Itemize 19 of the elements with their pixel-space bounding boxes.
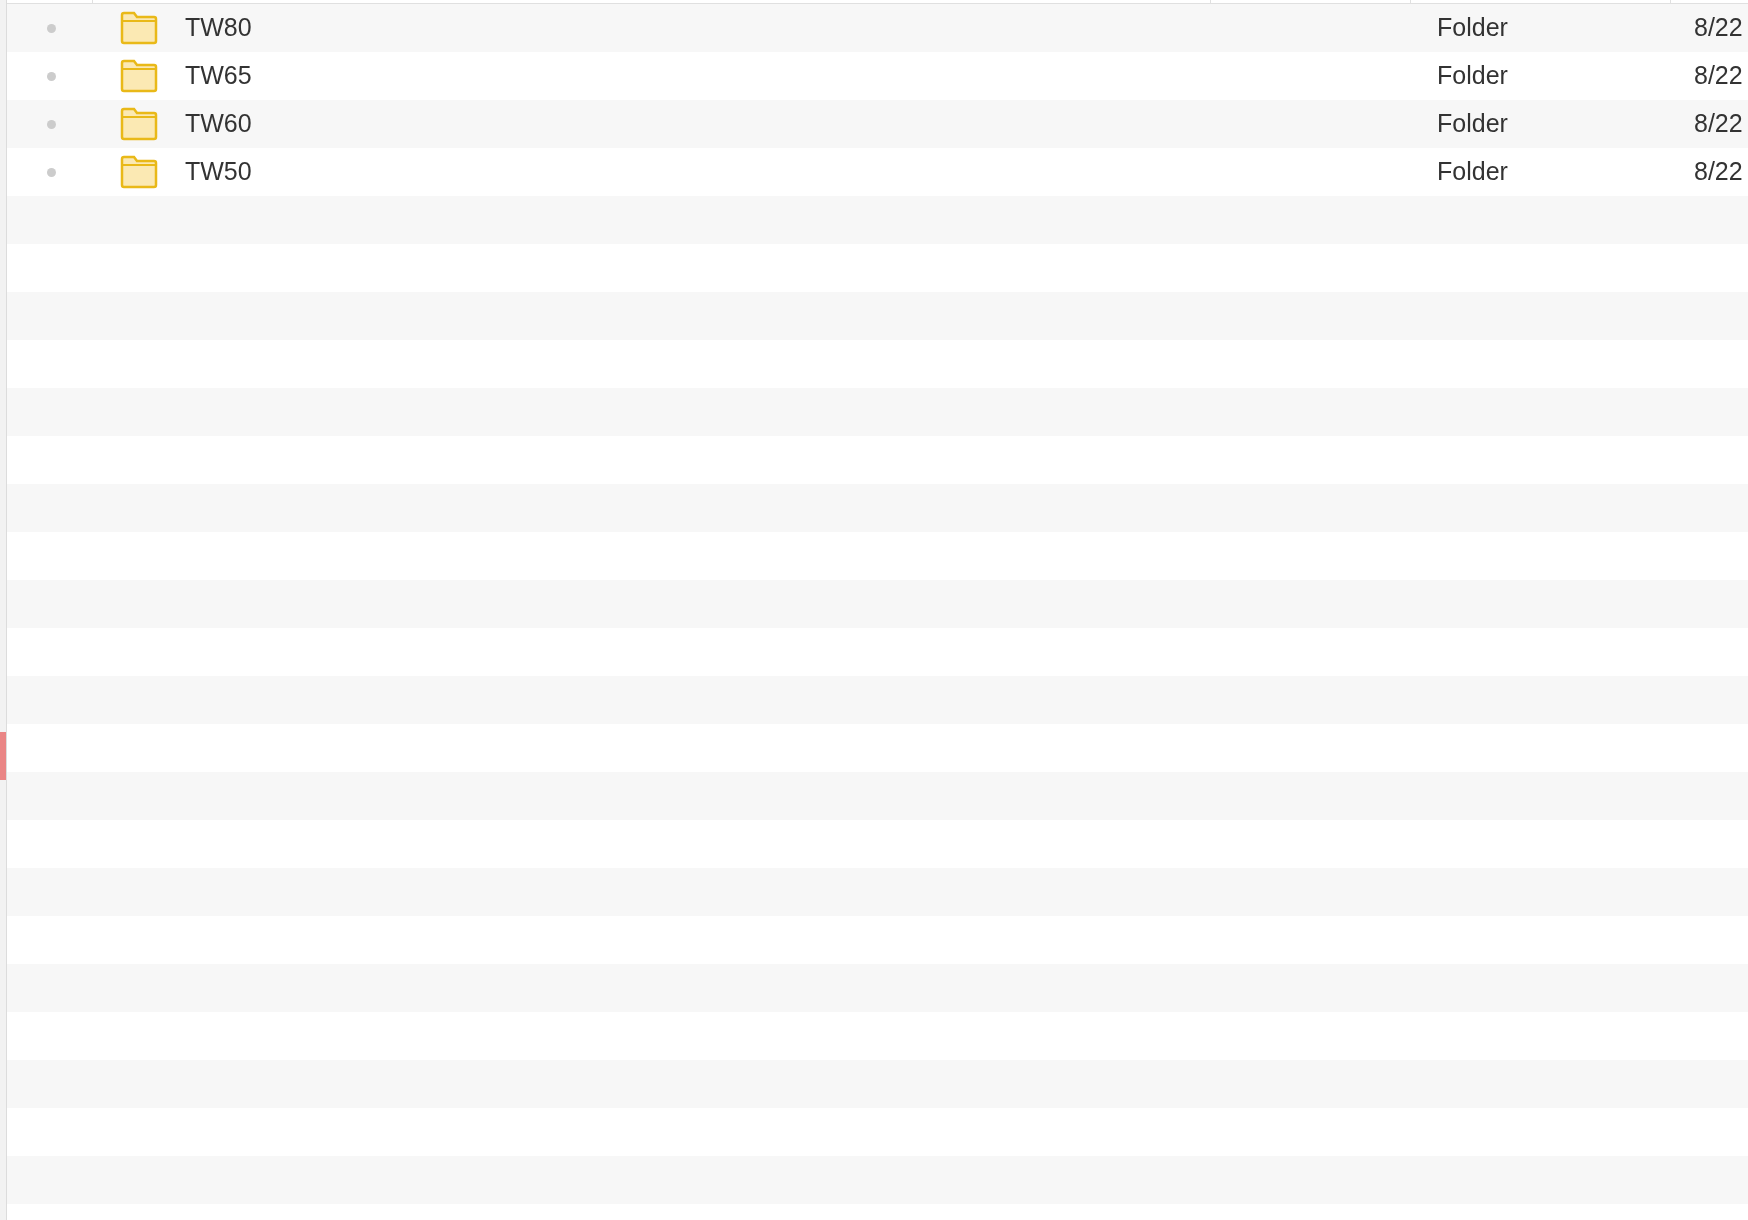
folder-icon bbox=[120, 59, 158, 93]
table-row[interactable]: TW80 Folder 8/22 bbox=[7, 4, 1748, 52]
file-name: TW50 bbox=[185, 156, 252, 188]
file-name: TW60 bbox=[185, 108, 252, 140]
file-type: Folder bbox=[1437, 109, 1508, 138]
modified-date: 8/22 bbox=[1694, 157, 1743, 186]
file-type: Folder bbox=[1437, 13, 1508, 42]
folder-icon bbox=[120, 155, 158, 189]
file-type: Folder bbox=[1437, 61, 1508, 90]
file-name: TW80 bbox=[185, 12, 252, 44]
modified-date: 8/22 bbox=[1694, 13, 1743, 42]
modified-date: 8/22 bbox=[1694, 109, 1743, 138]
folder-icon bbox=[120, 107, 158, 141]
scroll-marker bbox=[0, 732, 6, 780]
modified-date: 8/22 bbox=[1694, 61, 1743, 90]
file-name: TW65 bbox=[185, 60, 252, 92]
table-row[interactable]: TW60 Folder 8/22 bbox=[7, 100, 1748, 148]
file-type: Folder bbox=[1437, 157, 1508, 186]
folder-icon bbox=[120, 11, 158, 45]
